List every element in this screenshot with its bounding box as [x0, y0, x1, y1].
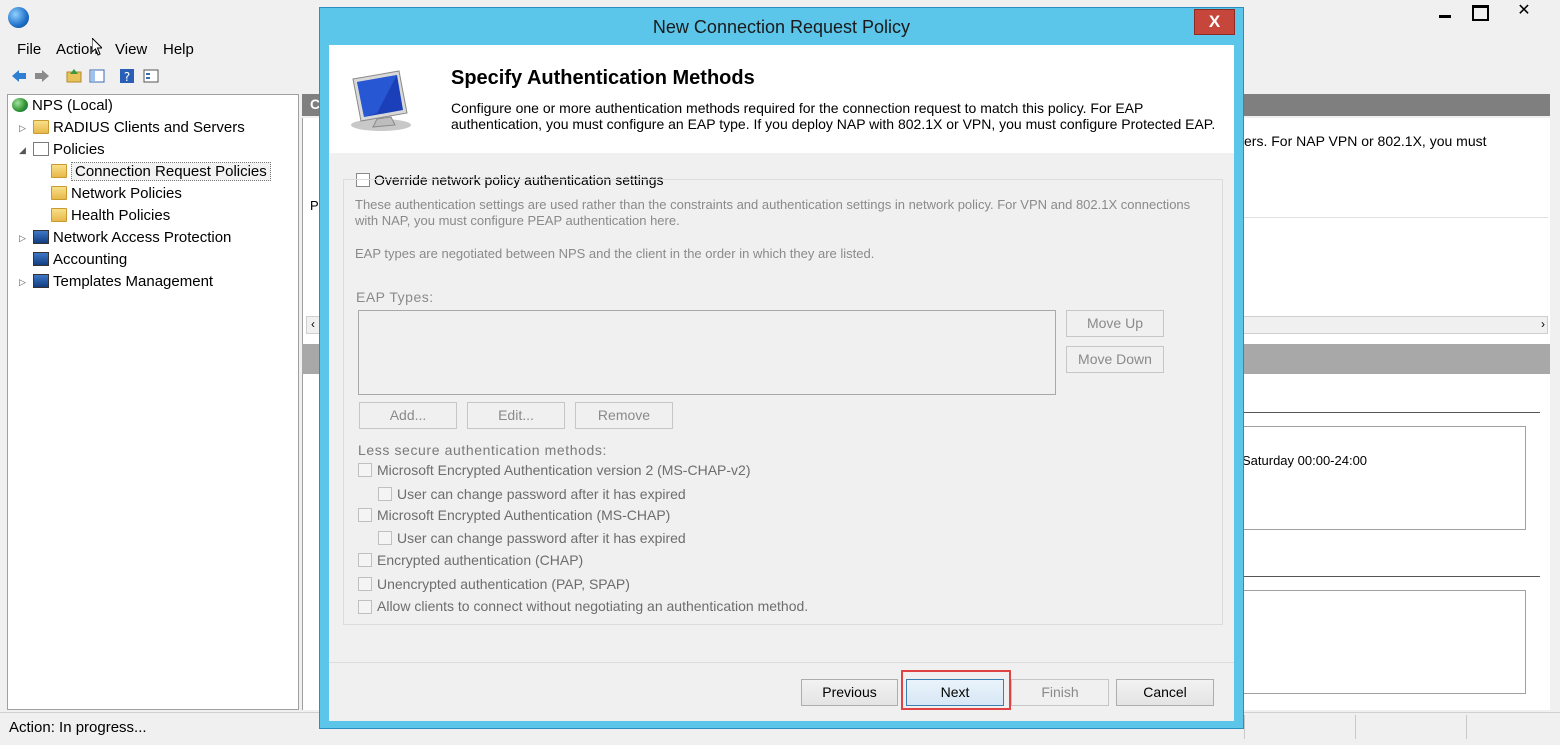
eap-order-text: EAP types are negotiated between NPS and…: [355, 246, 875, 261]
tree-item-accounting[interactable]: Accounting: [33, 249, 127, 271]
footer-divider: [329, 662, 1234, 663]
collapse-arrow-icon[interactable]: ◢: [19, 139, 26, 161]
divider: [1240, 412, 1540, 413]
less-secure-methods-label: Less secure authentication methods:: [358, 442, 608, 458]
folder-icon: [51, 208, 67, 222]
console-tree: NPS (Local) ▷ RADIUS Clients and Servers …: [7, 94, 299, 710]
accounting-icon: [33, 252, 49, 266]
edit-eap-button[interactable]: Edit...: [467, 402, 565, 429]
expand-arrow-icon[interactable]: ▷: [19, 227, 26, 249]
dialog-close-button[interactable]: X: [1194, 9, 1235, 35]
tree-item-label: Templates Management: [53, 273, 214, 290]
tree-item-radius[interactable]: ▷ RADIUS Clients and Servers: [19, 117, 245, 139]
folder-icon: [33, 120, 49, 134]
mschap-checkbox[interactable]: [358, 508, 372, 522]
maximize-button[interactable]: [1462, 0, 1496, 24]
scroll-left-icon[interactable]: ‹: [306, 316, 320, 334]
status-separator: [1355, 715, 1356, 739]
help-icon[interactable]: ?: [119, 68, 135, 84]
tree-item-policies[interactable]: ◢ Policies: [19, 139, 105, 161]
back-arrow-icon[interactable]: [11, 68, 27, 84]
computer-monitor-icon: [351, 70, 411, 131]
policy-folder-icon: [51, 164, 67, 178]
properties-view-icon[interactable]: [143, 68, 159, 84]
finish-button[interactable]: Finish: [1011, 679, 1109, 706]
tree-item-label: Accounting: [53, 251, 128, 268]
mschapv2-change-password-checkbox[interactable]: [378, 487, 392, 501]
mouse-cursor-icon: [92, 38, 102, 56]
previous-button[interactable]: Previous: [801, 679, 898, 706]
details-list-fragment: P: [310, 198, 319, 213]
tree-item-health-policies[interactable]: Health Policies: [51, 205, 170, 227]
tree-item-connection-request-policies[interactable]: Connection Request Policies: [51, 161, 271, 183]
remove-eap-button[interactable]: Remove: [575, 402, 673, 429]
conditions-list[interactable]: [1240, 426, 1526, 530]
policies-icon: [33, 142, 49, 156]
tree-item-label: Health Policies: [71, 207, 171, 224]
nap-icon: [33, 230, 49, 244]
menu-view[interactable]: View: [115, 41, 147, 58]
folder-icon: [51, 186, 67, 200]
tree-root-label: NPS (Local): [32, 97, 113, 114]
tree-item-label: Connection Request Policies: [71, 162, 271, 181]
mschap-change-password-checkbox[interactable]: [378, 531, 392, 545]
unauthenticated-access-label[interactable]: Allow clients to connect without negotia…: [377, 598, 808, 614]
status-text: Action: In progress...: [9, 719, 147, 736]
tree-item-network-access-protection[interactable]: ▷ Network Access Protection: [19, 227, 232, 249]
chap-checkbox[interactable]: [358, 553, 372, 567]
next-button[interactable]: Next: [906, 679, 1004, 706]
close-window-button[interactable]: ✕: [1504, 0, 1544, 24]
tree-item-label: Network Policies: [71, 185, 182, 202]
mschap-label[interactable]: Microsoft Encrypted Authentication (MS-C…: [377, 507, 670, 523]
dialog-body: Specify Authentication Methods Configure…: [329, 45, 1234, 721]
templates-icon: [33, 274, 49, 288]
mschap-change-password-label[interactable]: User can change password after it has ex…: [397, 530, 686, 546]
move-down-button[interactable]: Move Down: [1066, 346, 1164, 373]
expand-arrow-icon[interactable]: ▷: [19, 271, 26, 293]
divider: [1240, 576, 1540, 577]
status-separator: [1244, 715, 1245, 739]
chap-label[interactable]: Encrypted authentication (CHAP): [377, 552, 583, 568]
info-text: These authentication settings are used r…: [355, 197, 1191, 228]
move-up-button[interactable]: Move Up: [1066, 310, 1164, 337]
menu-help[interactable]: Help: [163, 41, 194, 58]
nps-app-icon: [8, 7, 29, 28]
mschapv2-checkbox[interactable]: [358, 463, 372, 477]
eap-types-list[interactable]: [358, 310, 1056, 395]
tree-item-templates-management[interactable]: ▷ Templates Management: [19, 271, 214, 293]
nps-globe-icon: [12, 98, 28, 112]
status-separator: [1466, 715, 1467, 739]
minimize-button[interactable]: [1428, 0, 1462, 24]
wizard-page-title: Specify Authentication Methods: [451, 67, 755, 89]
pap-spap-label[interactable]: Unencrypted authentication (PAP, SPAP): [377, 576, 630, 592]
schedule-fragment: Saturday 00:00-24:00: [1242, 453, 1368, 468]
horizontal-scrollbar[interactable]: ›: [1240, 316, 1548, 334]
mschapv2-label[interactable]: Microsoft Encrypted Authentication versi…: [377, 462, 750, 478]
tree-item-label: RADIUS Clients and Servers: [53, 119, 245, 136]
tree-item-network-policies[interactable]: Network Policies: [51, 183, 182, 205]
show-hide-console-tree-icon[interactable]: [89, 68, 105, 84]
new-connection-request-policy-dialog: New Connection Request Policy X Specify …: [319, 7, 1244, 729]
expand-arrow-icon[interactable]: ▷: [19, 117, 26, 139]
tree-item-label: Network Access Protection: [53, 229, 232, 246]
details-list-header: [1240, 196, 1548, 218]
folder-up-icon[interactable]: [66, 68, 82, 84]
dialog-title: New Connection Request Policy: [652, 17, 911, 37]
unauthenticated-access-checkbox[interactable]: [358, 600, 372, 614]
wizard-page-description: Configure one or more authentication met…: [451, 100, 1216, 132]
eap-types-label: EAP Types:: [356, 289, 434, 305]
mschapv2-change-password-label[interactable]: User can change password after it has ex…: [397, 486, 686, 502]
add-eap-button[interactable]: Add...: [359, 402, 457, 429]
svg-text:?: ?: [124, 70, 130, 84]
cancel-button[interactable]: Cancel: [1116, 679, 1214, 706]
pap-spap-checkbox[interactable]: [358, 577, 372, 591]
wizard-header: Specify Authentication Methods Configure…: [329, 45, 1234, 153]
tree-item-label: Policies: [53, 141, 105, 158]
scroll-right-icon[interactable]: ›: [1541, 317, 1545, 331]
forward-arrow-icon[interactable]: [34, 68, 50, 84]
details-description-fragment: ers. For NAP VPN or 802.1X, you must: [1244, 133, 1487, 149]
settings-list[interactable]: [1240, 590, 1526, 694]
menu-file[interactable]: File: [17, 41, 41, 58]
tree-root-nps[interactable]: NPS (Local): [12, 95, 113, 117]
